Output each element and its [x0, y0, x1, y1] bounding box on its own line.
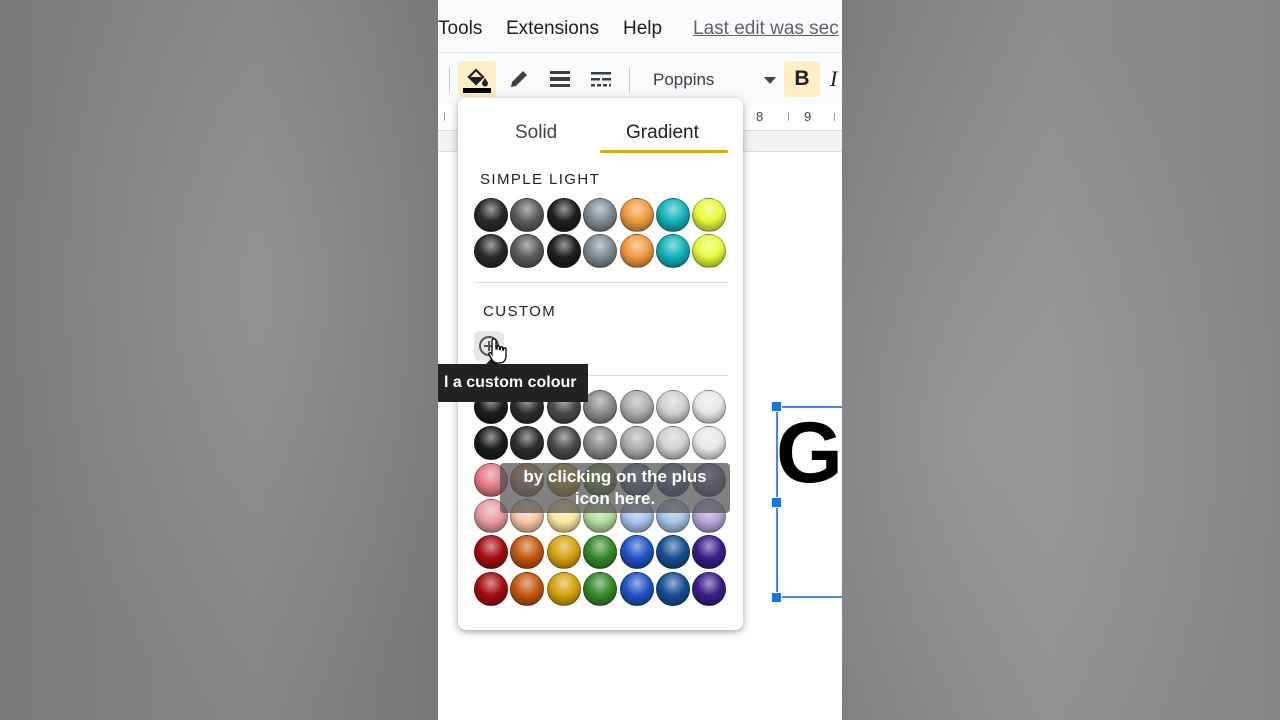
- simple-light-heading: SIMPLE LIGHT: [480, 171, 601, 188]
- resize-handle[interactable]: [771, 592, 782, 603]
- color-swatch[interactable]: [510, 426, 545, 461]
- color-swatch[interactable]: [583, 571, 618, 606]
- color-swatch[interactable]: [619, 571, 654, 606]
- font-select[interactable]: Poppins: [653, 70, 714, 90]
- selected-text-box[interactable]: [776, 406, 842, 598]
- color-swatch[interactable]: [546, 535, 581, 570]
- color-swatch[interactable]: [656, 426, 690, 461]
- video-background-right: [842, 0, 1280, 720]
- color-swatch[interactable]: [510, 234, 545, 269]
- color-swatch[interactable]: [619, 390, 654, 424]
- color-swatch[interactable]: [619, 535, 654, 570]
- color-swatch[interactable]: [474, 571, 508, 606]
- color-swatch[interactable]: [619, 234, 654, 269]
- color-swatch[interactable]: [583, 535, 618, 570]
- caption-line: icon here.: [574, 489, 656, 508]
- menu-extensions[interactable]: Extensions: [506, 18, 599, 40]
- color-swatch[interactable]: [510, 198, 545, 232]
- color-swatch[interactable]: [692, 571, 727, 606]
- fill-color-indicator: [463, 88, 491, 93]
- add-custom-colour-tooltip: l a custom colour: [438, 364, 589, 402]
- color-swatch[interactable]: [546, 198, 581, 232]
- tab-gradient[interactable]: Gradient: [626, 122, 699, 144]
- color-swatch[interactable]: [692, 426, 727, 461]
- divider: [474, 282, 728, 283]
- hand-pointer-cursor-icon: [488, 338, 507, 364]
- custom-heading: CUSTOM: [483, 303, 557, 320]
- ruler-tick: [834, 113, 835, 121]
- menu-help[interactable]: Help: [623, 18, 662, 40]
- border-dash-button[interactable]: [582, 61, 620, 97]
- chevron-down-icon[interactable]: [764, 77, 776, 84]
- color-swatch[interactable]: [692, 234, 727, 269]
- ruler-label: 9: [804, 109, 812, 124]
- ruler-label: 8: [756, 109, 764, 124]
- pen-icon: [511, 71, 527, 87]
- italic-button[interactable]: I: [830, 66, 837, 92]
- border-weight-icon: [550, 71, 570, 87]
- border-weight-button[interactable]: [541, 61, 579, 97]
- color-swatch[interactable]: [546, 571, 581, 606]
- caption-line: by clicking on the plus: [523, 467, 707, 486]
- color-swatch[interactable]: [656, 234, 690, 269]
- tab-solid[interactable]: Solid: [515, 122, 557, 144]
- last-edit-link[interactable]: Last edit was sec: [693, 18, 839, 40]
- toolbar-divider: [449, 67, 450, 93]
- active-tab-indicator: [600, 150, 728, 153]
- fill-color-button[interactable]: [458, 61, 496, 97]
- color-swatch[interactable]: [692, 535, 727, 570]
- color-swatch[interactable]: [474, 198, 508, 232]
- color-swatch[interactable]: [583, 426, 618, 461]
- fill-color-icon: [463, 68, 491, 93]
- border-dash-icon: [591, 72, 611, 87]
- resize-handle[interactable]: [771, 401, 782, 412]
- color-swatch[interactable]: [692, 198, 727, 232]
- color-swatch[interactable]: [583, 234, 618, 269]
- color-swatch[interactable]: [474, 426, 508, 461]
- color-swatch[interactable]: [619, 426, 654, 461]
- ruler-tick: [788, 113, 789, 121]
- color-swatch[interactable]: [619, 198, 654, 232]
- toolbar-divider: [629, 67, 630, 93]
- menu-tools[interactable]: Tools: [438, 18, 482, 40]
- color-swatch[interactable]: [656, 571, 690, 606]
- color-swatch[interactable]: [692, 390, 727, 424]
- ruler-tick: [444, 113, 445, 121]
- color-swatch[interactable]: [546, 426, 581, 461]
- color-swatch[interactable]: [474, 234, 508, 269]
- color-swatch[interactable]: [474, 535, 508, 570]
- color-swatch[interactable]: [583, 198, 618, 232]
- color-swatch[interactable]: [656, 198, 690, 232]
- resize-handle[interactable]: [771, 497, 782, 508]
- menu-bar: Tools Extensions Help Last edit was sec: [438, 0, 842, 53]
- color-swatch[interactable]: [510, 571, 545, 606]
- border-color-button[interactable]: [500, 61, 538, 97]
- color-swatch[interactable]: [656, 535, 690, 570]
- video-caption: by clicking on the plus icon here.: [500, 463, 730, 513]
- color-swatch[interactable]: [510, 535, 545, 570]
- bold-button[interactable]: B: [784, 61, 820, 97]
- color-swatch[interactable]: [656, 390, 690, 424]
- color-swatch[interactable]: [546, 234, 581, 269]
- video-background-left: [0, 0, 438, 720]
